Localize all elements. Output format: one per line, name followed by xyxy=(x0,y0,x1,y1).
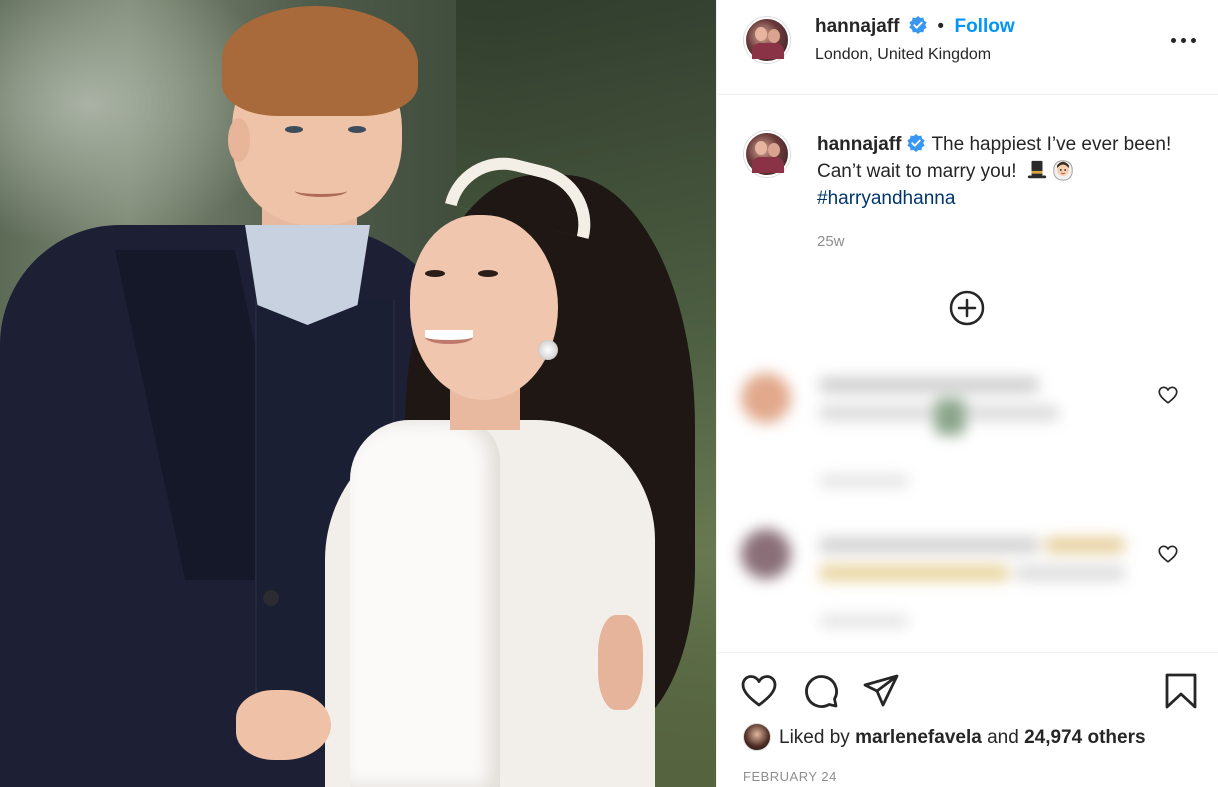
separator-dot: • xyxy=(937,16,945,37)
woman-eye-right xyxy=(478,270,498,277)
post-photo[interactable] xyxy=(0,0,716,787)
comment-avatar xyxy=(741,373,791,423)
post-side-panel: hannajaff • Follow London, United Kingdo… xyxy=(716,0,1218,787)
likes-summary: Liked by marlenefavela and 24,974 others xyxy=(743,723,1146,753)
post-date[interactable]: FEBRUARY 24 xyxy=(743,769,837,784)
woman-smile xyxy=(425,330,473,344)
profile-avatar[interactable] xyxy=(744,17,790,63)
bookmark-icon[interactable] xyxy=(1161,671,1201,711)
post-footer: Liked by marlenefavela and 24,974 others… xyxy=(717,652,1218,787)
header-title-row: hannajaff • Follow xyxy=(815,16,1015,38)
liker-username-link[interactable]: marlenefavela xyxy=(855,727,982,748)
woman-face xyxy=(410,215,558,400)
post-age[interactable]: 25w xyxy=(817,233,845,250)
liker-avatar[interactable] xyxy=(743,723,771,751)
comment-like-heart-icon[interactable] xyxy=(1157,543,1179,565)
more-options-icon[interactable] xyxy=(1169,30,1199,50)
hashtag-link[interactable]: #harryandhanna xyxy=(817,188,955,209)
man-eye-left xyxy=(285,126,303,133)
location-link[interactable]: London, United Kingdom xyxy=(815,46,991,64)
post-header: hannajaff • Follow London, United Kingdo… xyxy=(717,0,1218,95)
username-link[interactable]: hannajaff xyxy=(815,16,899,37)
woman-hand xyxy=(236,690,331,760)
comment-avatar xyxy=(741,529,791,579)
man-mouth xyxy=(295,185,347,197)
verified-badge-icon xyxy=(907,134,926,152)
comment-like-heart-icon[interactable] xyxy=(1157,384,1179,406)
caption-username-link[interactable]: hannajaff xyxy=(817,134,901,155)
liked-by-and: and xyxy=(987,727,1019,748)
caption-avatar[interactable] xyxy=(744,131,790,177)
coat-button xyxy=(263,590,279,606)
woman-fur-collar xyxy=(350,420,500,787)
woman-eye-left xyxy=(425,270,445,277)
top-hat-icon xyxy=(1027,160,1047,179)
load-more-comments-icon[interactable] xyxy=(949,290,985,326)
man-ear xyxy=(228,118,250,162)
liked-by-prefix: Liked by xyxy=(779,727,850,748)
comment-icon[interactable] xyxy=(801,671,841,711)
earring xyxy=(538,340,558,360)
likes-count-link[interactable]: 24,974 others xyxy=(1024,727,1145,748)
heart-icon[interactable] xyxy=(739,671,779,711)
man-hand xyxy=(598,615,643,710)
comment-item xyxy=(735,515,1155,635)
comment-item xyxy=(735,355,1155,487)
bride-with-veil-icon xyxy=(1053,160,1073,181)
man-hair xyxy=(222,6,418,116)
verified-badge-icon xyxy=(909,16,927,34)
post-caption: hannajaff The happiest I’ve ever been! C… xyxy=(817,131,1177,212)
man-eye-right xyxy=(348,126,366,133)
follow-button[interactable]: Follow xyxy=(954,16,1014,37)
share-icon[interactable] xyxy=(861,671,901,711)
